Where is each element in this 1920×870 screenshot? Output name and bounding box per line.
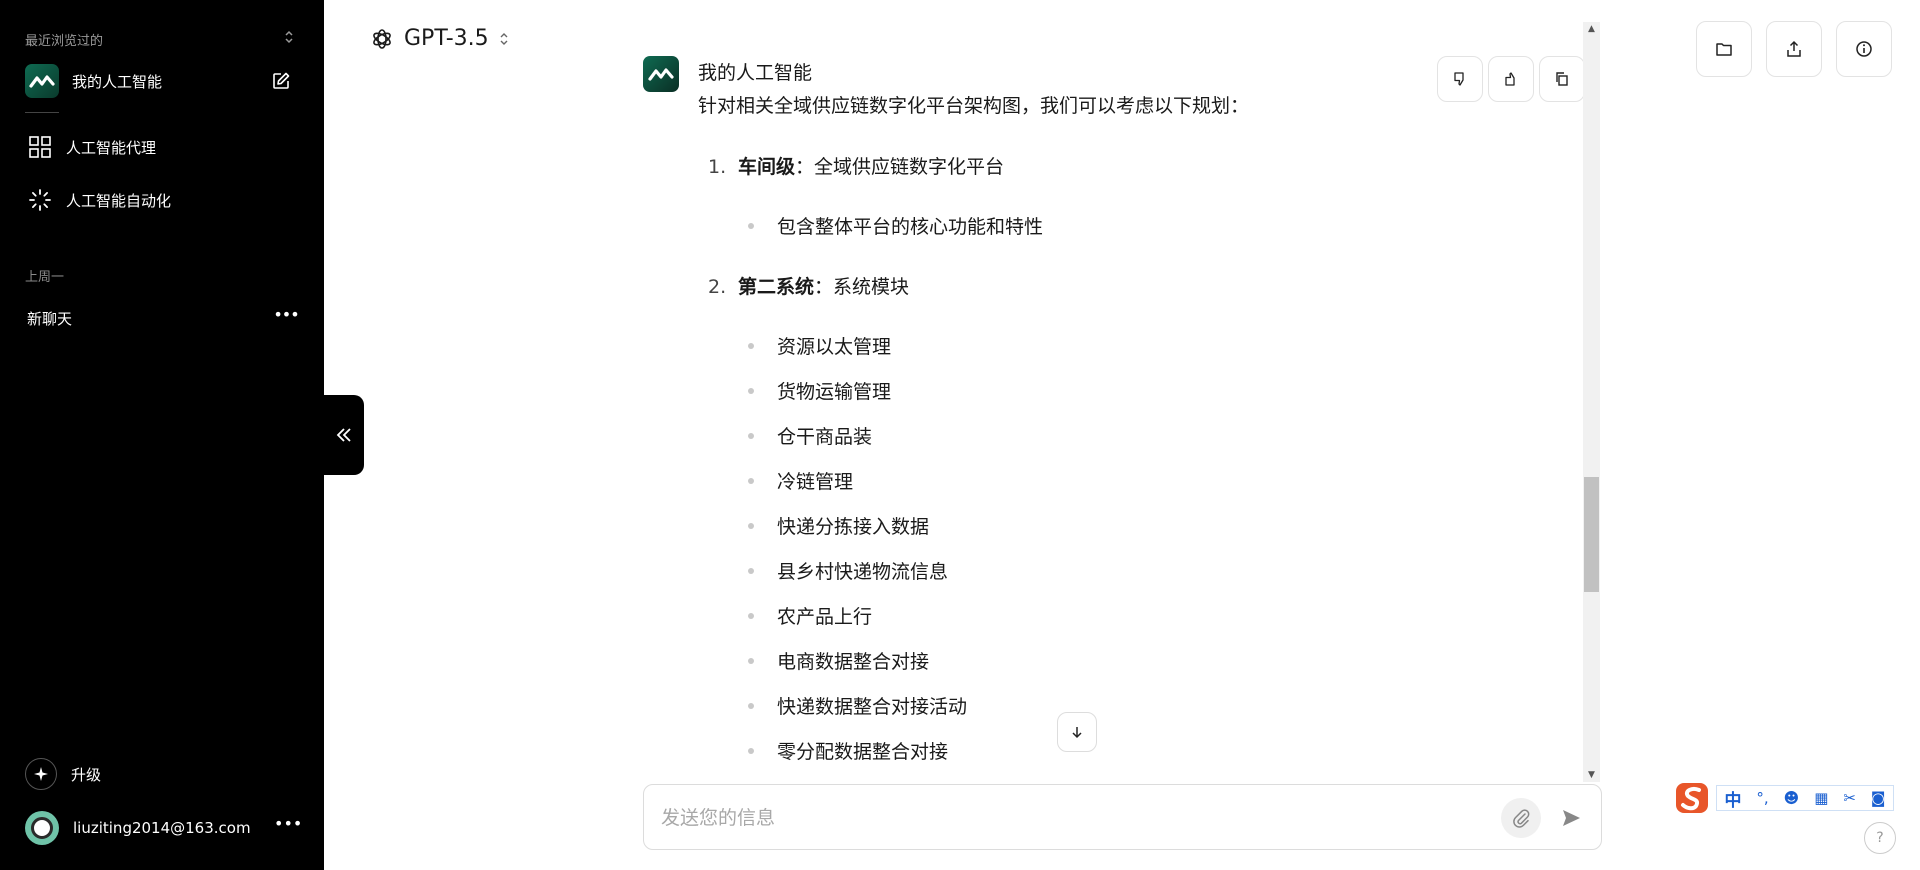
sidebar-item-agents[interactable]: 人工智能代理 [28,130,298,164]
sidebar: 最近浏览过的 我的人工智能 人工智能代理 人工智能自动化 上周一 新聊天 ••• [0,0,324,870]
list-item: 快递分拣接入数据 [747,512,929,539]
section-desc: ：全域供应链数字化平台 [795,156,1005,178]
sidebar-divider [25,112,59,113]
chevron-updown-icon [500,32,508,45]
edit-icon[interactable] [271,71,291,91]
list-item: 资源以太管理 [747,332,891,359]
list-item: 货物运输管理 [747,377,891,404]
chevron-updown-icon[interactable] [282,29,296,45]
app-logo-icon [25,64,59,98]
model-selector[interactable]: GPT-3.5 [370,26,509,51]
section-title: 车间级 [738,156,796,178]
sidebar-app-item[interactable]: 我的人工智能 [25,64,295,98]
list-item: 县乡村快递物流信息 [747,557,948,584]
upgrade-label: 升级 [71,765,102,784]
attach-button[interactable] [1501,798,1541,838]
message-actions [1437,56,1585,102]
list-item: 包含整体平台的核心功能和特性 [747,212,1043,239]
message-composer [643,784,1602,850]
ime-bar: 中 °, ☻ ▦ ✂ ◙ [1716,785,1894,811]
thumbs-up-icon [1505,72,1515,86]
avatar [25,811,59,845]
collapse-sidebar-button[interactable] [324,395,364,475]
loader-icon [29,189,51,211]
section-desc: ：系统模块 [814,276,910,298]
gamepad-icon[interactable]: ◙ [1871,789,1886,807]
sidebar-item-label: 人工智能自动化 [66,191,172,210]
message-intro: 针对相关全域供应链数字化平台架构图，我们可以考虑以下规划： [698,95,1250,117]
message-input[interactable] [661,803,1461,833]
arrow-down-icon [1072,727,1082,739]
list-item: 仓干商品装 [747,422,872,449]
model-name: GPT-3.5 [404,26,489,51]
list-item: 电商数据整合对接 [747,647,929,674]
scroll-to-bottom-button[interactable] [1057,712,1097,752]
app-logo-icon [648,68,674,81]
scroll-up-arrow-icon[interactable]: ▲ [1583,22,1600,36]
section-title: 第二系统 [738,276,815,298]
list-item: 冷链管理 [747,467,853,494]
chat-title: 新聊天 [27,309,73,328]
thumbs-up-button[interactable] [1488,56,1534,102]
list-item-numbered: 2. 第二系统：系统模块 [708,276,910,298]
ime-language-toggle[interactable]: 中 [1724,786,1741,811]
send-button[interactable] [1554,801,1588,835]
thumbs-down-icon [1454,72,1464,86]
info-icon [1856,41,1872,57]
user-profile[interactable]: liuziting2014@163.com ••• [25,810,302,846]
list-item-numbered: 1. 车间级：全域供应链数字化平台 [708,156,1005,178]
list-item: 零分配数据整合对接 [747,737,948,764]
share-button[interactable] [1766,21,1822,77]
help-button[interactable]: ? [1864,822,1896,854]
sogou-logo-icon[interactable] [1674,780,1714,816]
ime-punctuation-toggle[interactable]: °, [1756,789,1768,807]
copy-button[interactable] [1539,56,1585,102]
keyboard-icon[interactable]: ▦ [1814,789,1828,807]
upgrade-button[interactable]: 升级 [25,757,225,791]
chat-scrollbar[interactable]: ▲ ▼ [1583,22,1600,782]
bot-avatar [643,56,679,92]
recent-section-title: 最近浏览过的 [25,34,104,49]
folder-icon [1716,43,1732,56]
sidebar-item-label: 人工智能代理 [66,138,157,157]
sidebar-chat-item[interactable]: 新聊天 ••• [27,305,300,331]
send-icon [1563,810,1580,826]
more-icon[interactable]: ••• [273,305,299,331]
paperclip-icon [1513,809,1530,828]
share-icon [1787,40,1801,57]
info-button[interactable] [1836,21,1892,77]
sidebar-item-automation[interactable]: 人工智能自动化 [28,183,298,217]
ime-toolbar: 中 °, ☻ ▦ ✂ ◙ [1674,782,1896,814]
list-item: 农产品上行 [747,602,872,629]
thumbs-down-button[interactable] [1437,56,1483,102]
openai-logo-icon [373,28,391,49]
scissors-icon[interactable]: ✂ [1843,789,1856,807]
message-author: 我的人工智能 [698,62,813,84]
emoji-icon[interactable]: ☻ [1784,789,1800,807]
user-email: liuziting2014@163.com [73,819,251,837]
list-item: 快递数据整合对接活动 [747,692,967,719]
copy-icon [1556,72,1568,86]
scroll-down-arrow-icon[interactable]: ▼ [1583,768,1600,782]
sparkle-icon [25,758,57,790]
history-group-title: 上周一 [25,270,65,285]
double-chevron-left-icon [336,428,351,442]
grid-icon [29,136,51,158]
scroll-thumb[interactable] [1584,477,1599,592]
more-icon[interactable]: ••• [274,814,302,840]
sidebar-app-label: 我的人工智能 [72,72,163,91]
folder-button[interactable] [1696,21,1752,77]
